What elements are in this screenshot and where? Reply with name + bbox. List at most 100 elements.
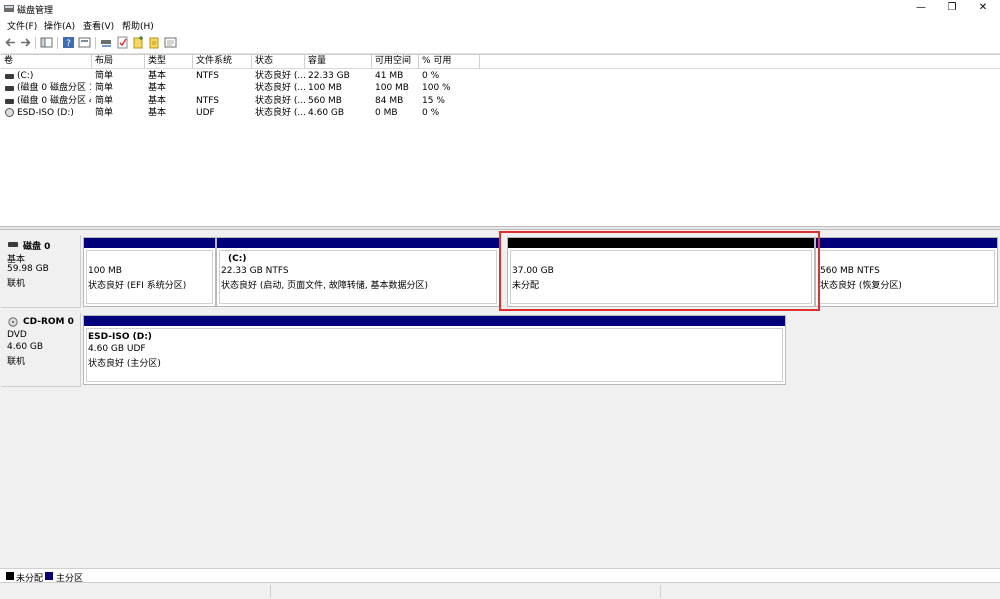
disk-state: 联机 — [7, 279, 26, 289]
volume-row[interactable]: (C:) 简单 基本 NTFS 状态良好 (... 22.33 GB 41 MB… — [1, 70, 1000, 82]
partition-efi[interactable]: 100 MB 状态良好 (EFI 系统分区) — [83, 237, 216, 307]
partition-band — [84, 238, 215, 248]
legend-unallocated-swatch — [6, 572, 14, 580]
volume-free-space: 41 MB — [375, 71, 404, 81]
volume-percent-free: 15 % — [422, 96, 445, 106]
volume-free-space: 84 MB — [375, 96, 404, 106]
partition-c[interactable]: (C:) 22.33 GB NTFS 状态良好 (启动, 页面文件, 故障转储,… — [216, 237, 500, 307]
volume-row[interactable]: (磁盘 0 磁盘分区 4) 简单 基本 NTFS 状态良好 (... 560 M… — [1, 95, 1000, 107]
volume-type: 基本 — [148, 96, 167, 106]
disk-name: 磁盘 0 — [23, 242, 51, 252]
column-free-space[interactable]: 可用空间 — [372, 55, 419, 69]
column-layout[interactable]: 布局 — [92, 55, 145, 69]
volume-layout: 简单 — [95, 108, 114, 118]
disk-type: DVD — [7, 330, 27, 340]
partition-body — [818, 250, 995, 304]
legend-primary-swatch — [45, 572, 53, 580]
menu-file[interactable]: 文件(F) — [7, 19, 37, 32]
volume-type: 基本 — [148, 83, 167, 93]
volume-percent-free: 0 % — [422, 108, 440, 118]
volume-row[interactable]: (磁盘 0 磁盘分区 1) 简单 基本 状态良好 (... 100 MB 100… — [1, 82, 1000, 94]
disk-size: 59.98 GB — [7, 264, 49, 274]
partition-band — [816, 238, 997, 248]
connect-disk-icon[interactable] — [100, 36, 113, 49]
volume-layout: 简单 — [95, 83, 114, 93]
volume-filesystem: NTFS — [196, 71, 219, 81]
volume-capacity: 4.60 GB — [308, 108, 345, 118]
partition-status: 状态良好 (恢复分区) — [820, 281, 902, 291]
status-separator — [270, 585, 271, 598]
toolbar-separator — [57, 37, 58, 49]
menu-action[interactable]: 操作(A) — [44, 19, 75, 32]
drive-icon — [5, 86, 14, 91]
volume-layout: 简单 — [95, 71, 114, 81]
status-separator — [660, 585, 661, 598]
partition-status: 状态良好 (主分区) — [88, 359, 161, 369]
column-volume[interactable]: 卷 — [1, 55, 92, 69]
console-icon[interactable] — [164, 36, 177, 49]
volume-type: 基本 — [148, 108, 167, 118]
toolbar: ? — [0, 32, 1000, 54]
volume-row[interactable]: ESD-ISO (D:) 简单 基本 UDF 状态良好 (... 4.60 GB… — [1, 107, 1000, 119]
volume-free-space: 100 MB — [375, 83, 409, 93]
volume-capacity: 22.33 GB — [308, 71, 350, 81]
partition-size: 22.33 GB NTFS — [221, 266, 289, 276]
volume-status: 状态良好 (... — [255, 108, 306, 118]
cdrom-0-label[interactable]: CD-ROM 0 DVD 4.60 GB 联机 — [1, 313, 81, 387]
partition-size: 4.60 GB UDF — [88, 344, 146, 354]
partition-band — [217, 238, 499, 248]
volume-percent-free: 100 % — [422, 83, 451, 93]
partition-title: (C:) — [228, 254, 247, 264]
volume-status: 状态良好 (... — [255, 83, 306, 93]
cdrom-icon — [8, 317, 18, 327]
column-filesystem[interactable]: 文件系统 — [193, 55, 252, 69]
status-bar — [0, 582, 1000, 599]
partition-status: 状态良好 (启动, 页面文件, 故障转储, 基本数据分区) — [221, 281, 429, 291]
volume-name: (磁盘 0 磁盘分区 4) — [17, 96, 91, 106]
disk-size: 4.60 GB — [7, 342, 44, 352]
back-arrow-icon[interactable] — [4, 36, 17, 49]
open-file-icon[interactable] — [148, 36, 161, 49]
volume-name: (C:) — [17, 71, 34, 81]
menu-view[interactable]: 查看(V) — [83, 19, 114, 32]
volume-layout: 简单 — [95, 96, 114, 106]
properties-icon[interactable] — [78, 36, 91, 49]
column-capacity[interactable]: 容量 — [305, 55, 372, 69]
column-status[interactable]: 状态 — [252, 55, 305, 69]
volume-type: 基本 — [148, 71, 167, 81]
disk-management-app-icon — [4, 5, 14, 12]
disk-0-label[interactable]: 磁盘 0 基本 59.98 GB 联机 — [1, 235, 81, 308]
column-percent-free[interactable]: % 可用 — [419, 55, 480, 69]
partition-title: ESD-ISO (D:) — [88, 332, 152, 342]
help-icon[interactable]: ? — [62, 36, 75, 49]
disk-icon — [8, 242, 18, 247]
show-hide-tree-icon[interactable] — [40, 36, 53, 49]
column-type[interactable]: 类型 — [145, 55, 193, 69]
volume-capacity: 100 MB — [308, 83, 342, 93]
title-bar: 磁盘管理 — ❐ ✕ — [0, 0, 1000, 17]
menu-bar: 文件(F) 操作(A) 查看(V) 帮助(H) — [0, 17, 1000, 32]
drive-icon — [5, 74, 14, 79]
menu-help[interactable]: 帮助(H) — [122, 19, 154, 32]
volume-filesystem: UDF — [196, 108, 215, 118]
volume-percent-free: 0 % — [422, 71, 440, 81]
checklist-icon[interactable] — [116, 36, 129, 49]
svg-text:?: ? — [66, 39, 71, 49]
partition-recovery[interactable]: 560 MB NTFS 状态良好 (恢复分区) — [815, 237, 998, 307]
volume-free-space: 0 MB — [375, 108, 398, 118]
partition-size: 100 MB — [88, 266, 122, 276]
legend: 未分配 主分区 — [0, 568, 1000, 584]
disk-name: CD-ROM 0 — [23, 317, 74, 327]
volume-name: (磁盘 0 磁盘分区 1) — [17, 83, 91, 93]
partition-band — [84, 316, 785, 326]
partition-esd-iso[interactable]: ESD-ISO (D:) 4.60 GB UDF 状态良好 (主分区) — [83, 315, 786, 385]
volume-list: 卷 布局 类型 文件系统 状态 容量 可用空间 % 可用 (C:) 简单 基本 … — [1, 54, 1000, 226]
volume-list-header: 卷 布局 类型 文件系统 状态 容量 可用空间 % 可用 — [1, 55, 1000, 69]
drive-icon — [5, 99, 14, 104]
close-button[interactable]: ✕ — [965, 0, 1000, 17]
volume-status: 状态良好 (... — [255, 71, 306, 81]
new-file-icon[interactable] — [132, 36, 145, 49]
disk-state: 联机 — [7, 357, 26, 367]
volume-capacity: 560 MB — [308, 96, 342, 106]
forward-arrow-icon[interactable] — [19, 36, 32, 49]
